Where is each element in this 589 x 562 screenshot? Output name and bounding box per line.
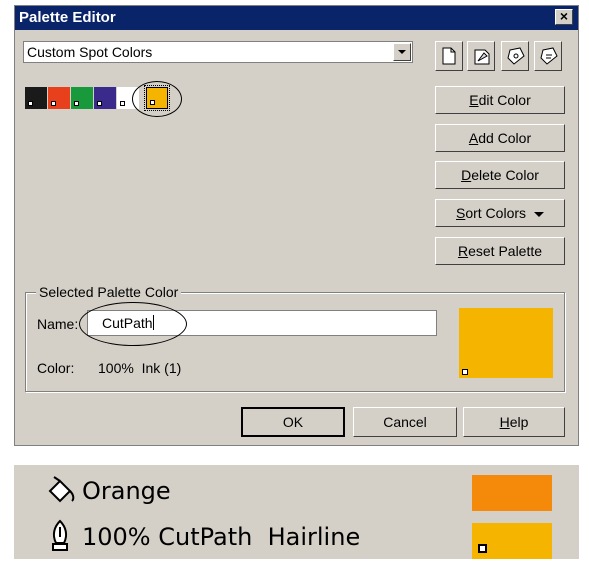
spot-marker	[478, 544, 487, 553]
spot-marker	[97, 101, 102, 106]
new-palette-button[interactable]	[435, 41, 463, 71]
add-color-accel: A	[468, 130, 479, 146]
help-accel: H	[499, 414, 510, 430]
spot-marker	[74, 101, 79, 106]
close-button[interactable]: ×	[555, 9, 573, 25]
color-label: Color:	[37, 360, 75, 376]
delete-color-accel: D	[461, 167, 472, 183]
dropdown-arrow-icon	[534, 211, 545, 217]
edit-color-button[interactable]: Edit Color	[435, 86, 565, 114]
swatch[interactable]	[117, 87, 139, 109]
ok-button[interactable]: OK	[241, 407, 345, 437]
palette-select[interactable]: Custom Spot Colors	[23, 41, 413, 63]
color-preview	[459, 308, 553, 378]
save-as-palette-button[interactable]	[534, 41, 562, 71]
sort-colors-button[interactable]: Sort Colors	[435, 199, 565, 227]
fill-row[interactable]: Orange	[14, 469, 579, 513]
spot-marker	[51, 101, 56, 106]
fill-label: Orange	[82, 477, 171, 505]
group-legend: Selected Palette Color	[36, 284, 182, 300]
edit-color-accel: E	[469, 92, 479, 108]
reset-palette-accel: R	[457, 243, 469, 259]
swatch[interactable]	[48, 87, 70, 109]
save-as-palette-icon	[540, 47, 558, 65]
save-palette-button[interactable]	[501, 41, 529, 71]
color-value: 100% Ink (1)	[98, 360, 182, 376]
sort-colors-accel: S	[455, 205, 466, 221]
name-field-value: CutPath	[102, 315, 153, 331]
add-color-label: dd Color	[478, 130, 532, 146]
palette-select-value: Custom Spot Colors	[27, 44, 153, 60]
swatch[interactable]	[94, 87, 116, 109]
cancel-button[interactable]: Cancel	[353, 407, 457, 437]
help-label: elp	[509, 414, 529, 430]
sort-colors-label: ort Colors	[465, 205, 527, 221]
swatch[interactable]	[71, 87, 93, 109]
new-palette-icon	[442, 47, 456, 65]
spot-marker	[462, 369, 468, 375]
swatch-selected[interactable]	[144, 85, 170, 111]
fill-color-swatch	[472, 475, 552, 511]
help-button[interactable]: Help	[463, 407, 565, 437]
reset-palette-label: eset Palette	[468, 243, 543, 259]
outline-label: 100% CutPath Hairline	[82, 523, 361, 551]
text-caret	[152, 315, 154, 330]
outline-row[interactable]: 100% CutPath Hairline	[14, 515, 579, 559]
open-palette-button[interactable]	[467, 41, 495, 71]
edit-color-label: dit Color	[478, 92, 531, 108]
dialog-title: Palette Editor	[19, 9, 116, 26]
palette-editor-dialog: Palette Editor × Custom Spot Colors Edit…	[14, 5, 579, 446]
spot-marker	[120, 101, 125, 106]
spot-marker	[28, 101, 33, 106]
swatch[interactable]	[25, 87, 47, 109]
delete-color-label: elete Color	[471, 167, 539, 183]
chevron-down-icon[interactable]	[393, 43, 411, 61]
add-color-button[interactable]: Add Color	[435, 124, 565, 152]
pen-nib-icon	[52, 519, 68, 551]
outline-color-swatch	[472, 523, 552, 559]
save-palette-icon	[507, 47, 525, 65]
open-palette-icon	[474, 49, 490, 65]
spot-marker	[150, 100, 155, 105]
name-label: Name:	[37, 316, 79, 332]
fill-bucket-icon	[48, 476, 75, 503]
name-field[interactable]: CutPath	[87, 310, 437, 336]
object-properties-panel: Orange 100% CutPath Hairline	[14, 465, 579, 559]
title-bar: Palette Editor ×	[15, 6, 578, 30]
delete-color-button[interactable]: Delete Color	[435, 161, 565, 189]
reset-palette-button[interactable]: Reset Palette	[435, 237, 565, 265]
